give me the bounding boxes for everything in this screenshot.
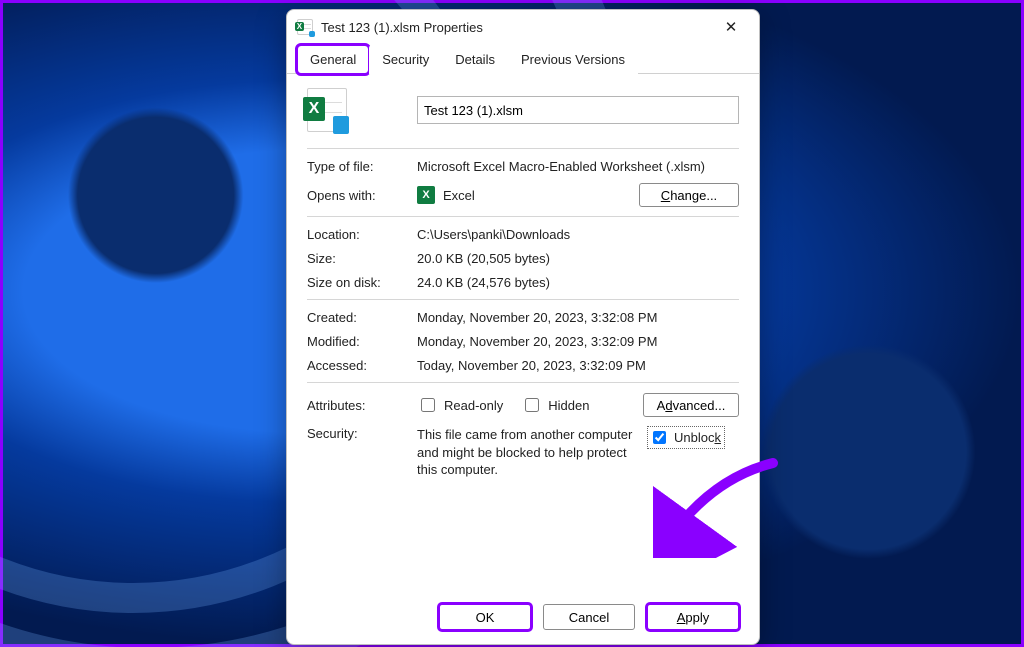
value-size: 20.0 KB (20,505 bytes) bbox=[417, 251, 739, 266]
divider bbox=[307, 148, 739, 149]
label-created: Created: bbox=[307, 310, 417, 325]
tab-strip: General Security Details Previous Versio… bbox=[287, 44, 759, 74]
security-text: This file came from another computer and… bbox=[417, 426, 637, 479]
ok-button[interactable]: OK bbox=[439, 604, 531, 630]
close-button[interactable]: ✕ bbox=[709, 13, 753, 41]
label-modified: Modified: bbox=[307, 334, 417, 349]
divider bbox=[307, 382, 739, 383]
label-type-of-file: Type of file: bbox=[307, 159, 417, 174]
apply-label: Apply bbox=[677, 610, 710, 625]
tab-general[interactable]: General bbox=[297, 45, 369, 74]
dialog-body: X Type of file: Microsoft Excel Macro-En… bbox=[287, 74, 759, 594]
readonly-checkbox[interactable]: Read-only bbox=[417, 395, 503, 415]
cancel-button[interactable]: Cancel bbox=[543, 604, 635, 630]
titlebar: X Test 123 (1).xlsm Properties ✕ bbox=[287, 10, 759, 44]
apply-button[interactable]: Apply bbox=[647, 604, 739, 630]
hidden-checkbox-input[interactable] bbox=[525, 398, 539, 412]
label-security: Security: bbox=[307, 426, 417, 441]
cancel-label: Cancel bbox=[569, 610, 609, 625]
filename-input[interactable] bbox=[417, 96, 739, 124]
label-size: Size: bbox=[307, 251, 417, 266]
properties-dialog: X Test 123 (1).xlsm Properties ✕ General… bbox=[286, 9, 760, 645]
value-created: Monday, November 20, 2023, 3:32:08 PM bbox=[417, 310, 739, 325]
label-attributes: Attributes: bbox=[307, 398, 417, 413]
close-icon: ✕ bbox=[725, 18, 738, 36]
xlsm-file-icon: X bbox=[297, 19, 313, 35]
tab-security[interactable]: Security bbox=[369, 45, 442, 74]
value-size-on-disk: 24.0 KB (24,576 bytes) bbox=[417, 275, 739, 290]
hidden-checkbox[interactable]: Hidden bbox=[521, 395, 589, 415]
readonly-label: Read-only bbox=[444, 398, 503, 413]
xlsm-file-icon-large: X bbox=[307, 88, 347, 132]
dialog-buttons: OK Cancel Apply bbox=[287, 594, 759, 644]
divider bbox=[307, 216, 739, 217]
tab-details[interactable]: Details bbox=[442, 45, 508, 74]
divider bbox=[307, 299, 739, 300]
tab-previous-versions[interactable]: Previous Versions bbox=[508, 45, 638, 74]
change-label: hange... bbox=[670, 188, 717, 203]
ok-label: OK bbox=[476, 610, 495, 625]
desktop-background: X Test 123 (1).xlsm Properties ✕ General… bbox=[0, 0, 1024, 647]
excel-app-icon: X bbox=[417, 186, 435, 204]
window-title: Test 123 (1).xlsm Properties bbox=[321, 20, 709, 35]
readonly-checkbox-input[interactable] bbox=[421, 398, 435, 412]
value-modified: Monday, November 20, 2023, 3:32:09 PM bbox=[417, 334, 739, 349]
label-size-on-disk: Size on disk: bbox=[307, 275, 417, 290]
unblock-label: Unblock bbox=[674, 430, 721, 445]
value-location: C:\Users\panki\Downloads bbox=[417, 227, 739, 242]
hidden-label: Hidden bbox=[548, 398, 589, 413]
label-location: Location: bbox=[307, 227, 417, 242]
advanced-label: Advanced... bbox=[657, 398, 726, 413]
label-opens-with: Opens with: bbox=[307, 188, 417, 203]
value-opens-with: Excel bbox=[443, 188, 475, 203]
value-accessed: Today, November 20, 2023, 3:32:09 PM bbox=[417, 358, 739, 373]
change-button[interactable]: Change... bbox=[639, 183, 739, 207]
advanced-button[interactable]: Advanced... bbox=[643, 393, 739, 417]
unblock-checkbox-input[interactable] bbox=[653, 431, 666, 444]
value-type-of-file: Microsoft Excel Macro-Enabled Worksheet … bbox=[417, 159, 739, 174]
label-accessed: Accessed: bbox=[307, 358, 417, 373]
unblock-checkbox[interactable]: Unblock bbox=[647, 426, 725, 449]
